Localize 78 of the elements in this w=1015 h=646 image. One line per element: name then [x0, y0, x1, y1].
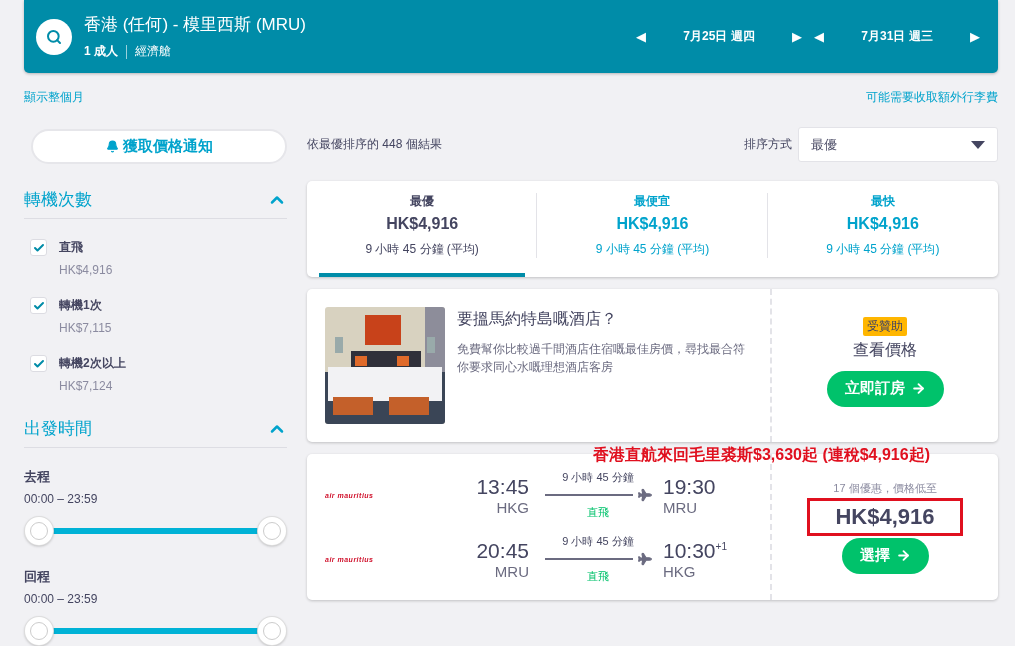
option-label: 直飛: [59, 239, 84, 256]
fees-link[interactable]: 可能需要收取額外行李費: [866, 89, 998, 117]
slider-label: 回程: [24, 568, 51, 586]
book-button[interactable]: 立即訂房: [826, 370, 944, 407]
tab-label: 最便宜: [634, 193, 671, 210]
deals-count: 17 個優惠，價格低至: [833, 480, 937, 496]
ad-description: 免費幫你比較過千間酒店住宿嘅最佳房價，尋找最合符你要求同心水嘅理想酒店客房: [457, 341, 746, 376]
airport-code: MRU: [663, 498, 698, 516]
tab-price: HK$4,916: [846, 215, 919, 233]
time-slider[interactable]: [24, 616, 287, 646]
bell-icon: [105, 140, 119, 153]
stops-label: 直飛: [587, 505, 609, 520]
slider-label: 去程: [24, 468, 51, 486]
checkbox[interactable]: [30, 239, 47, 256]
sort-dropdown[interactable]: 最優: [798, 127, 998, 162]
results-summary: 依最優排序的 448 個結果: [307, 136, 443, 153]
filter-title: 出發時間: [24, 418, 92, 440]
filter-title: 轉機次數: [24, 189, 92, 211]
slider-handle[interactable]: [258, 517, 286, 545]
airport-code: HKG: [496, 498, 529, 516]
tab-price: HK$4,916: [386, 215, 459, 233]
price-alert-button[interactable]: 獲取價格通知: [31, 129, 287, 164]
time-range: 00:00 – 23:59: [24, 492, 99, 506]
month-link[interactable]: 顯示整個月: [24, 89, 84, 117]
option-label: 轉機1次: [59, 297, 103, 314]
route-title[interactable]: 香港 (任何) - 模里西斯 (MRU): [84, 13, 630, 36]
next-date-button[interactable]: ▶: [786, 29, 808, 44]
flight-duration: 9 小時 45 分鐘: [562, 534, 634, 549]
tab-duration: 9 小時 45 分鐘 (平均): [595, 241, 710, 258]
option-price: HK$4,916: [59, 263, 113, 277]
select-button[interactable]: 選擇: [841, 537, 929, 574]
slider-handle[interactable]: [25, 617, 53, 645]
airport-code: HKG: [663, 562, 696, 580]
flight-price: HK$4,916: [807, 497, 963, 536]
arrival-time: 10:30$^{+1}$: [663, 538, 727, 563]
time-slider[interactable]: [24, 516, 287, 546]
time-range: 00:00 – 23:59: [24, 592, 99, 606]
annotation-text: 香港直航來回毛里裘斯$3,630起 (連稅$4,916起): [593, 445, 930, 465]
tab-price: HK$4,916: [616, 215, 689, 233]
tab-label: 最快: [870, 193, 895, 210]
flight-duration: 9 小時 45 分鐘: [562, 470, 634, 485]
check-icon: [32, 357, 45, 370]
checkbox[interactable]: [30, 355, 47, 372]
ad-title: 要搵馬約特島嘅酒店？: [457, 309, 618, 329]
arrow-right-icon: [895, 548, 911, 563]
slider-handle[interactable]: [258, 617, 286, 645]
arrow-right-icon: [910, 381, 926, 396]
next-date-button[interactable]: ▶: [964, 29, 986, 44]
cabin-class: 經濟艙: [135, 43, 171, 60]
sort-tab[interactable]: 最便宜 HK$4,916 9 小時 45 分鐘 (平均): [537, 181, 768, 277]
option-price: HK$7,115: [59, 321, 112, 335]
tab-duration: 9 小時 45 分鐘 (平均): [826, 241, 940, 258]
sort-tab[interactable]: 最快 HK$4,916 9 小時 45 分鐘 (平均): [767, 181, 998, 277]
airport-code: MRU: [494, 562, 529, 580]
option-label: 轉機2次以上: [59, 355, 126, 372]
passengers: 1 成人: [84, 43, 118, 60]
sort-label: 排序方式: [744, 136, 792, 153]
ad-subtitle: 查看價格: [853, 339, 917, 360]
tab-label: 最優: [410, 193, 435, 210]
stops-label: 直飛: [587, 569, 609, 584]
date-label[interactable]: 7月31日 週三: [861, 28, 933, 45]
departure-time: 20:45: [476, 538, 529, 563]
tab-duration: 9 小時 45 分鐘 (平均): [365, 241, 479, 258]
search-icon: [46, 28, 62, 45]
check-icon: [32, 241, 45, 254]
previous-date-button[interactable]: ◀: [808, 29, 830, 44]
checkbox[interactable]: [30, 297, 47, 314]
search-button[interactable]: [36, 18, 72, 55]
previous-date-button[interactable]: ◀: [630, 29, 652, 44]
sponsored-badge: 受贊助: [863, 316, 907, 336]
check-icon: [32, 299, 45, 312]
arrival-time: 19:30: [663, 474, 716, 499]
option-price: HK$7,124: [59, 379, 114, 393]
slider-handle[interactable]: [25, 517, 53, 545]
date-label[interactable]: 7月25日 週四: [683, 28, 755, 45]
sort-tab[interactable]: 最優 HK$4,916 9 小時 45 分鐘 (平均): [307, 181, 538, 277]
departure-time: 13:45: [476, 474, 529, 499]
caret-icon: [971, 140, 985, 149]
